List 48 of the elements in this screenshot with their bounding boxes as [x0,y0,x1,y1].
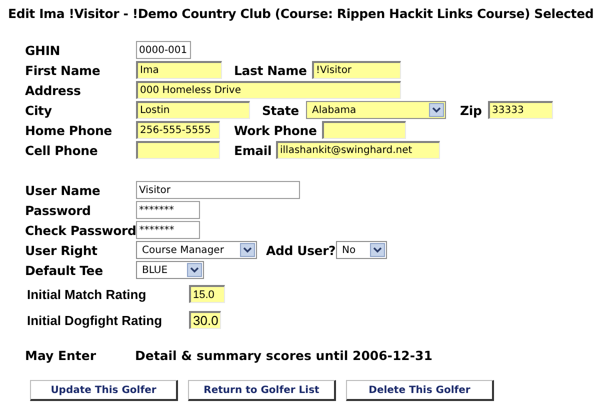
rating-field[interactable]: 15.0 [189,285,225,303]
text-field[interactable]: 000 Homeless Drive [136,81,401,99]
field-label: Password [25,202,92,218]
text-field[interactable]: 33333 [488,101,553,119]
field-label: Email [234,142,273,158]
field-label: City [25,102,53,118]
dropdown[interactable]: Course Manager [136,241,257,259]
text-field[interactable] [136,141,220,159]
field-label: User Name [25,182,102,198]
dropdown[interactable]: No [336,241,387,259]
text-field[interactable]: ******* [136,221,200,239]
text-field[interactable]: !Visitor [312,61,401,79]
chevron-down-icon [240,243,255,257]
text-field[interactable]: Lostin [136,101,250,119]
text-field[interactable]: Ima [136,61,222,79]
rating-label: Initial Match Rating [27,286,148,302]
dropdown[interactable]: Alabama [306,101,446,119]
field-label: First Name [25,62,102,78]
field-label: Address [25,82,82,98]
field-label: GHIN [25,42,62,58]
chevron-down-icon [429,103,444,117]
field-label: Zip [460,102,483,118]
form-button[interactable]: Delete This Golfer [346,380,494,401]
field-label: Home Phone [25,122,113,138]
field-label: Check Password [25,222,136,238]
form-button[interactable]: Update This Golfer [30,380,178,401]
rating-label: Initial Dogfight Rating [27,312,164,328]
may-enter-text: Detail & summary scores until 2006-12-31 [135,348,432,363]
page-title: Edit Ima !Visitor - !Demo Country Club (Course: Rippen Hackit Links Course) Selected [8,6,595,21]
field-label: Work Phone [234,122,318,138]
field-label: Add User? [266,242,336,258]
dropdown[interactable]: BLUE [136,261,204,279]
field-label: User Right [25,242,98,258]
form-button[interactable]: Return to Golfer List [188,380,336,401]
text-field[interactable]: illashankit@swinghard.net [276,141,440,159]
field-label: Default Tee [25,262,104,278]
field-label: State [262,102,300,118]
text-field[interactable]: 256-555-5555 [136,121,220,139]
text-field[interactable]: Visitor [136,181,300,199]
text-field[interactable] [322,121,406,139]
field-label: Cell Phone [25,142,99,158]
text-field[interactable]: ******* [136,201,200,219]
rating-field[interactable]: 30.0 [189,311,221,329]
chevron-down-icon [187,263,202,277]
may-enter-label: May Enter [25,348,98,363]
chevron-down-icon [370,243,385,257]
text-field[interactable]: 0000-001 [136,41,191,59]
field-label: Last Name [234,62,308,78]
